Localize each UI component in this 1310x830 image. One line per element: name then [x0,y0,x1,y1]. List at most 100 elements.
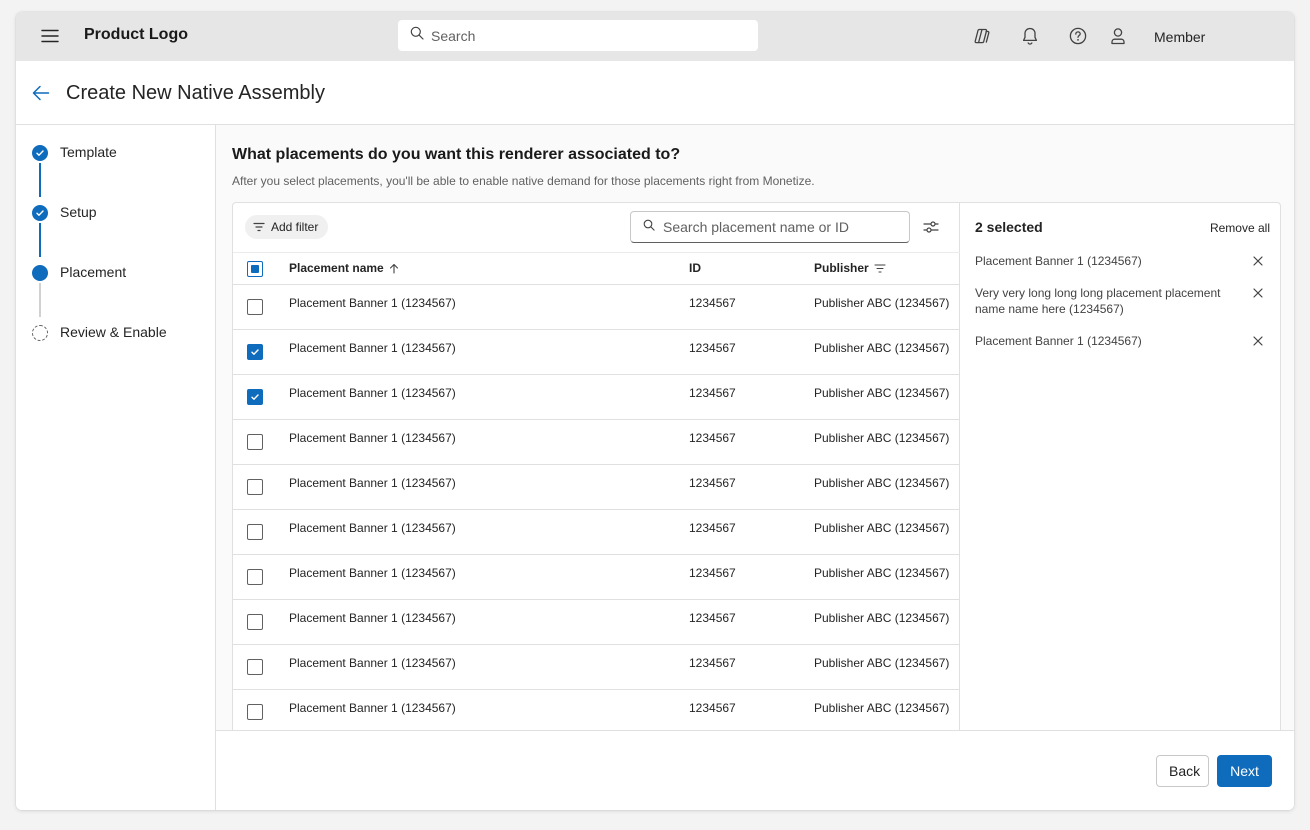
table-header: Placement name ID Publisher [233,252,960,285]
selected-item-label: Very very long long long placement place… [975,286,1221,316]
placement-id-cell: 1234567 [689,341,736,355]
remove-item-close-icon[interactable] [1252,255,1264,267]
placement-search-box[interactable] [630,211,910,243]
help-icon[interactable] [1067,25,1089,47]
publisher-cell: Publisher ABC (1234567) [814,296,950,310]
placement-id-cell: 1234567 [689,521,736,535]
table-row[interactable]: Placement Banner 1 (1234567) 1234567 Publi… [233,600,960,645]
pending-step-circle-icon [32,325,48,341]
product-logo: Product Logo [84,26,188,43]
placement-name-cell: Placement Banner 1 (1234567) [289,296,456,310]
table-row[interactable]: Placement Banner 1 (1234567) 1234567 Publi… [233,510,960,555]
step-label: Template [60,144,117,160]
step-template[interactable]: Template [32,143,117,163]
back-button[interactable]: Back [1156,755,1209,787]
step-setup[interactable]: Setup [32,203,97,223]
placement-id-cell: 1234567 [689,611,736,625]
table-row[interactable]: Placement Banner 1 (1234567) 1234567 Publi… [233,285,960,330]
app-window: Product Logo Member Create New Native As… [16,12,1294,810]
member-label[interactable]: Member [1154,29,1205,45]
wizard-footer: Back Next [216,730,1294,810]
row-checkbox[interactable] [247,659,263,675]
sort-ascending-icon [389,263,398,274]
top-bar: Product Logo Member [16,12,1294,61]
publisher-cell: Publisher ABC (1234567) [814,566,950,580]
page-title: Create New Native Assembly [66,82,325,104]
table-row[interactable]: Placement Banner 1 (1234567) 1234567 Publi… [233,375,960,420]
placement-id-cell: 1234567 [689,701,736,715]
placement-id-cell: 1234567 [689,296,736,310]
filter-icon [874,263,886,273]
table-row[interactable]: Placement Banner 1 (1234567) 1234567 Publi… [233,330,960,375]
remove-all-link[interactable]: Remove all [1210,221,1270,235]
placement-name-cell: Placement Banner 1 (1234567) [289,611,456,625]
selected-count: 2 selected [975,219,1043,235]
table-row[interactable]: Placement Banner 1 (1234567) 1234567 Publi… [233,690,960,730]
next-button[interactable]: Next [1217,755,1272,787]
selected-item: Placement Banner 1 (1234567) [975,333,1270,349]
step-connector [39,283,41,317]
check-circle-icon [32,205,48,221]
step-connector [39,163,41,197]
placement-table-area: Add filter Placement name [233,203,960,730]
publisher-cell: Publisher ABC (1234567) [814,386,950,400]
placement-search-input[interactable] [663,219,903,235]
column-header-placement-name[interactable]: Placement name [289,261,399,275]
row-checkbox[interactable] [247,479,263,495]
placement-name-cell: Placement Banner 1 (1234567) [289,341,456,355]
section-description: After you select placements, you'll be a… [232,174,815,188]
column-header-id[interactable]: ID [689,261,701,275]
column-header-publisher[interactable]: Publisher [814,261,886,275]
menu-icon[interactable] [38,26,62,46]
select-all-checkbox[interactable] [247,261,263,277]
publisher-cell: Publisher ABC (1234567) [814,476,950,490]
current-step-dot-icon [32,265,48,281]
table-row[interactable]: Placement Banner 1 (1234567) 1234567 Publi… [233,645,960,690]
placement-name-cell: Placement Banner 1 (1234567) [289,431,456,445]
placement-id-cell: 1234567 [689,386,736,400]
step-label: Placement [60,264,127,280]
table-row[interactable]: Placement Banner 1 (1234567) 1234567 Publi… [233,420,960,465]
row-checkbox[interactable] [247,389,263,405]
publisher-cell: Publisher ABC (1234567) [814,431,950,445]
step-label: Setup [60,204,97,220]
add-filter-button[interactable]: Add filter [245,215,329,239]
publisher-cell: Publisher ABC (1234567) [814,701,950,715]
placement-id-cell: 1234567 [689,476,736,490]
global-search-box[interactable] [398,20,758,51]
placement-id-cell: 1234567 [689,656,736,670]
back-arrow-icon[interactable] [30,82,52,104]
table-row[interactable]: Placement Banner 1 (1234567) 1234567 Publi… [233,465,960,510]
global-search-input[interactable] [431,27,731,44]
step-review-enable[interactable]: Review & Enable [32,323,167,343]
row-checkbox[interactable] [247,524,263,540]
step-placement[interactable]: Placement [32,263,126,283]
placement-name-cell: Placement Banner 1 (1234567) [289,566,456,580]
section-title: What placements do you want this rendere… [232,146,681,163]
copilot-icon[interactable] [971,25,993,47]
placement-name-cell: Placement Banner 1 (1234567) [289,656,456,670]
search-icon [410,26,424,45]
step-connector [39,223,41,257]
placement-id-cell: 1234567 [689,566,736,580]
selected-item: Very very long long long placement place… [975,285,1270,317]
row-checkbox[interactable] [247,614,263,630]
remove-item-close-icon[interactable] [1252,287,1264,299]
row-checkbox[interactable] [247,569,263,585]
selected-item-label: Placement Banner 1 (1234567) [975,254,1142,268]
row-checkbox[interactable] [247,299,263,315]
column-settings-icon[interactable] [921,217,941,237]
bell-icon[interactable] [1019,25,1041,47]
publisher-cell: Publisher ABC (1234567) [814,341,950,355]
row-checkbox[interactable] [247,434,263,450]
table-row[interactable]: Placement Banner 1 (1234567) 1234567 Publi… [233,555,960,600]
row-checkbox[interactable] [247,704,263,720]
wizard-stepper: Template Setup Placement Review & Enable [16,125,216,810]
add-filter-label: Add filter [271,220,319,234]
selected-placements-pane: 2 selected Remove all Placement Banner 1… [961,203,1280,730]
person-icon[interactable] [1107,25,1129,47]
placement-picker-panel: Add filter Placement name [232,202,1281,730]
remove-item-close-icon[interactable] [1252,335,1264,347]
filter-icon [253,222,265,232]
row-checkbox[interactable] [247,344,263,360]
